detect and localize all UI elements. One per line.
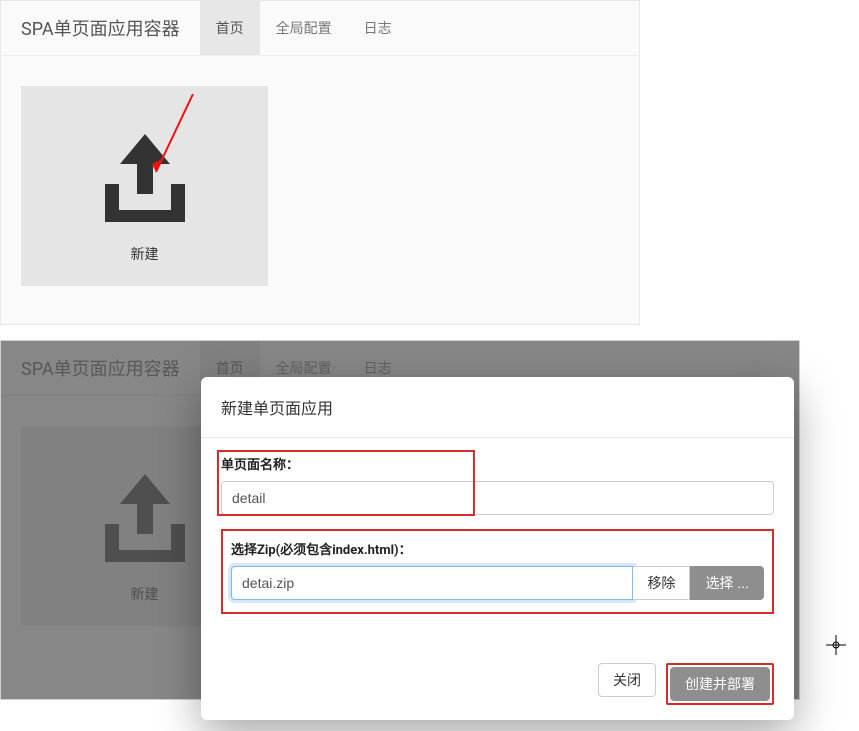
zip-form-group: 选择Zip(必须包含index.html)： 移除 选择 ... — [221, 529, 774, 614]
new-upload-card[interactable]: 新建 — [21, 86, 268, 286]
modal-title: 新建单页面应用 — [201, 377, 794, 438]
close-button[interactable]: 关闭 — [598, 663, 656, 697]
name-form-group: 单页面名称： — [221, 454, 774, 515]
app-brand: SPA单页面应用容器 — [1, 15, 200, 41]
remove-button[interactable]: 移除 — [633, 566, 690, 600]
upload-icon — [90, 129, 200, 233]
name-label: 单页面名称： — [221, 454, 774, 473]
modal-footer: 关闭 创建并部署 — [201, 648, 794, 720]
zip-label: 选择Zip(必须包含index.html)： — [231, 539, 764, 558]
top-screenshot-panel: SPA单页面应用容器 首页 全局配置 日志 新建 — [0, 0, 640, 325]
cursor-crosshair-icon — [826, 635, 846, 659]
nav-global-config[interactable]: 全局配置 — [260, 1, 348, 55]
deploy-highlight-box: 创建并部署 — [666, 663, 774, 705]
new-spa-modal: 新建单页面应用 单页面名称： 选择Zip(必须包含index.html)： 移除… — [201, 377, 794, 720]
zip-input[interactable] — [231, 566, 633, 600]
card-area: 新建 — [1, 56, 639, 316]
deploy-button[interactable]: 创建并部署 — [670, 667, 770, 701]
modal-body: 单页面名称： 选择Zip(必须包含index.html)： 移除 选择 ... — [201, 438, 794, 648]
bottom-screenshot-panel: SPA单页面应用容器 首页 全局配置 日志 新建 新建单页面应用 — [0, 340, 800, 700]
name-input[interactable] — [221, 481, 774, 515]
nav-log[interactable]: 日志 — [348, 1, 408, 55]
nav-home[interactable]: 首页 — [200, 1, 260, 55]
select-button[interactable]: 选择 ... — [690, 566, 764, 600]
top-navbar: SPA单页面应用容器 首页 全局配置 日志 — [1, 1, 639, 56]
zip-row: 移除 选择 ... — [231, 566, 764, 600]
new-card-label: 新建 — [131, 244, 159, 264]
zip-highlight-box: 选择Zip(必须包含index.html)： 移除 选择 ... — [221, 529, 774, 614]
